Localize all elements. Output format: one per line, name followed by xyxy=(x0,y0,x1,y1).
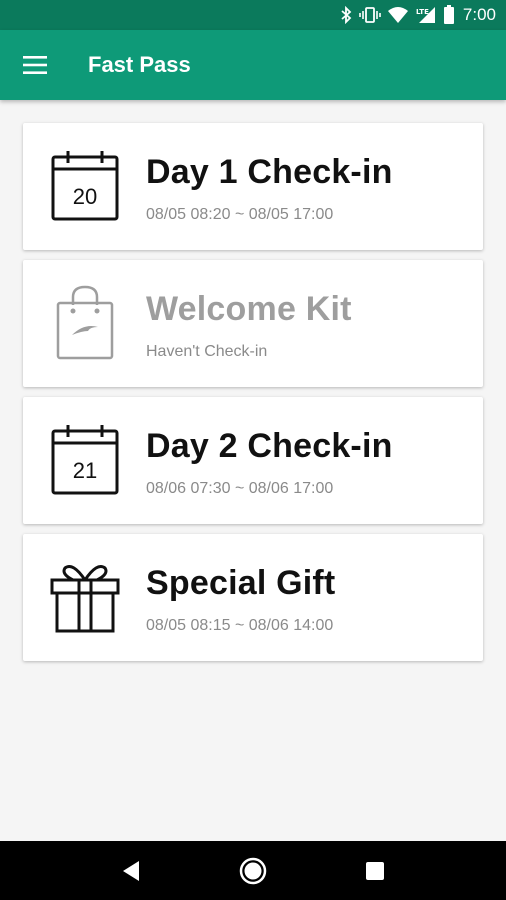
recents-square-icon xyxy=(366,861,384,880)
svg-text:LTE: LTE xyxy=(416,8,429,16)
system-nav-bar xyxy=(0,841,506,900)
card-title: Special Gift xyxy=(146,564,336,602)
card-day2-checkin[interactable]: 21 Day 2 Check-in 08/06 07:30 ~ 08/06 17… xyxy=(23,397,483,524)
home-circle-icon xyxy=(239,857,267,884)
card-welcome-kit[interactable]: Welcome Kit Haven't Check-in xyxy=(23,260,483,387)
svg-text:21: 21 xyxy=(73,458,97,483)
status-bar: LTE 7:00 xyxy=(0,0,506,30)
recents-button[interactable] xyxy=(355,851,395,891)
calendar-icon: 21 xyxy=(48,421,122,499)
calendar-icon: 20 xyxy=(48,147,122,225)
menu-button[interactable] xyxy=(0,30,70,100)
card-subtitle: 08/05 08:15 ~ 08/06 14:00 xyxy=(146,617,334,634)
card-special-gift[interactable]: Special Gift 08/05 08:15 ~ 08/06 14:00 xyxy=(23,534,483,661)
wifi-icon xyxy=(387,6,409,24)
card-title: Welcome Kit xyxy=(146,290,352,328)
card-subtitle: 08/06 07:30 ~ 08/06 17:00 xyxy=(146,480,334,497)
card-subtitle: 08/05 08:20 ~ 08/05 17:00 xyxy=(146,206,334,223)
shopping-bag-icon xyxy=(48,284,122,362)
status-time: 7:00 xyxy=(462,5,496,24)
card-day1-checkin[interactable]: 20 Day 1 Check-in 08/05 08:20 ~ 08/05 17… xyxy=(23,123,483,250)
battery-icon xyxy=(443,5,455,25)
lte-signal-icon: LTE xyxy=(415,6,437,24)
home-button[interactable] xyxy=(233,851,273,891)
back-button[interactable] xyxy=(111,851,151,891)
vibrate-icon xyxy=(359,6,381,24)
app-bar: Fast Pass xyxy=(0,30,506,100)
card-title: Day 2 Check-in xyxy=(146,427,393,465)
svg-text:20: 20 xyxy=(73,184,97,209)
gift-icon xyxy=(48,558,122,636)
card-subtitle: Haven't Check-in xyxy=(146,343,268,360)
back-triangle-icon xyxy=(123,860,139,881)
bluetooth-icon xyxy=(339,6,353,24)
hamburger-menu-icon xyxy=(23,56,47,74)
fast-pass-list: 20 Day 1 Check-in 08/05 08:20 ~ 08/05 17… xyxy=(23,123,483,671)
card-title: Day 1 Check-in xyxy=(146,153,393,191)
page-title: Fast Pass xyxy=(88,52,191,77)
